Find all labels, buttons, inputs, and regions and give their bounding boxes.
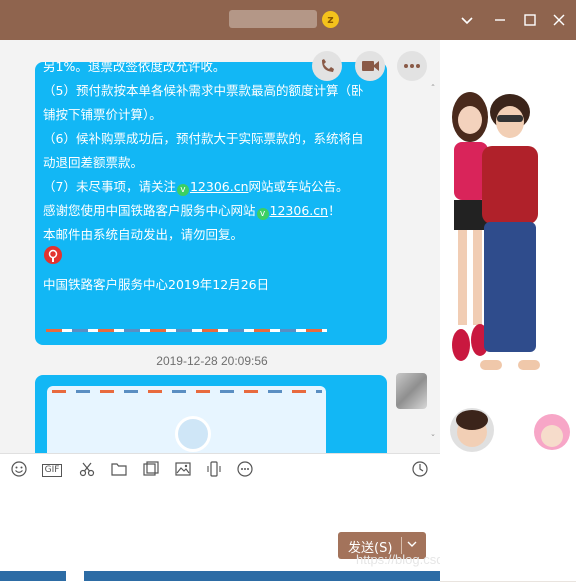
signature-line: 中国铁路客户服务中心2019年12月26日: [43, 277, 270, 292]
website-link[interactable]: 12306.cn: [190, 179, 249, 194]
folder-icon[interactable]: [109, 460, 129, 478]
message-line: （7）未尽事项，请关注 v 12306.cn网站或车站公告。: [43, 179, 349, 196]
title-bar: z: [0, 0, 576, 40]
message-line: 本邮件由系统自动发出，请勿回复。: [43, 227, 244, 242]
scroll-down-icon[interactable]: ˇ: [428, 434, 438, 445]
chat-window: z 另1%。退票改签依度改允许收。 （5）预付款按本单各候补需求中票款最高的额度…: [0, 0, 576, 582]
message-line: 感谢您使用中国铁路客户服务中心网站 v 12306.cn！: [43, 203, 341, 220]
image-gallery-icon[interactable]: [141, 460, 161, 478]
contact-name-blurred: [229, 10, 317, 28]
chevron-down-icon[interactable]: [457, 10, 477, 30]
message-timestamp: 2019-12-28 20:09:56: [156, 354, 268, 368]
show-panel: [440, 40, 576, 581]
message-line: （6）候补购票成功后，预付款大于实际票款的，系统将自: [43, 131, 364, 146]
vibrate-icon[interactable]: [204, 460, 224, 478]
chat-toolbar: [0, 40, 440, 92]
verified-icon: v: [176, 184, 189, 196]
website-link[interactable]: 12306.cn: [270, 203, 329, 218]
message-line: 铺按下铺票价计算）。: [43, 107, 162, 122]
minimize-button[interactable]: [490, 10, 510, 30]
emoji-icon[interactable]: [9, 460, 29, 478]
vip-badge-icon: z: [322, 11, 339, 28]
message-bubble: 另1%。退票改签依度改允许收。 （5）预付款按本单各候补需求中票款最高的额度计算…: [35, 62, 387, 345]
verified-icon: v: [256, 208, 269, 220]
close-button[interactable]: [549, 10, 569, 30]
envelope-stripe: [52, 390, 322, 393]
image-icon[interactable]: [173, 460, 193, 478]
video-call-button[interactable]: [355, 51, 385, 81]
show-avatar-illustration: [450, 92, 570, 452]
more-options-button[interactable]: [397, 51, 427, 81]
phone-icon: [322, 59, 334, 72]
message-line: 动退回差额票款。: [43, 155, 144, 170]
gif-icon[interactable]: GIF: [40, 460, 64, 478]
history-clock-icon[interactable]: [410, 460, 430, 478]
more-dots-icon: [404, 64, 420, 68]
china-railway-logo-icon: [175, 416, 211, 452]
china-railway-logo-icon: [44, 246, 62, 264]
scissors-icon[interactable]: [77, 460, 97, 478]
taskbar-app-icon[interactable]: [66, 571, 84, 581]
email-card[interactable]: [47, 386, 326, 453]
more-icon[interactable]: [235, 460, 255, 478]
message-area[interactable]: 另1%。退票改签依度改允许收。 （5）预付款按本单各候补需求中票款最高的额度计算…: [0, 40, 440, 453]
message-bubble: [35, 375, 387, 453]
envelope-stripe: [46, 329, 327, 332]
avatar[interactable]: [396, 373, 427, 409]
maximize-button[interactable]: [520, 10, 540, 30]
voice-call-button[interactable]: [312, 51, 342, 81]
video-camera-icon: [362, 61, 379, 71]
